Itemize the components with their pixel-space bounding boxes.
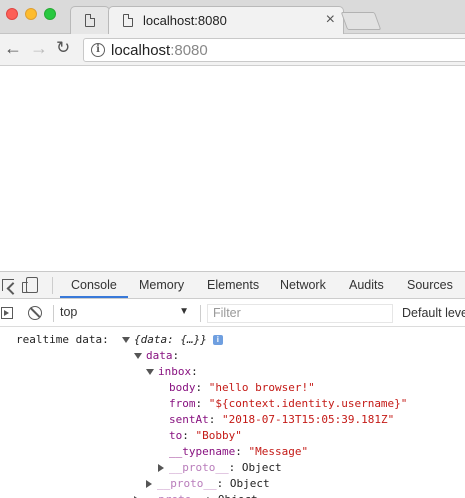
console-filter-bar: top ▼ Filter Default levels bbox=[0, 300, 465, 327]
field-value: "${context.identity.username}" bbox=[208, 397, 408, 410]
field-value: "hello browser!" bbox=[208, 381, 315, 394]
devtools-tab-bar: Console Memory Elements Network Audits S… bbox=[0, 272, 465, 299]
field-value: "2018-07-13T15:05:39.181Z" bbox=[222, 413, 395, 426]
tab-title: localhost:8080 bbox=[143, 13, 227, 28]
field-key: __typename bbox=[169, 445, 236, 458]
key-inbox: inbox bbox=[158, 365, 192, 378]
tab-close-icon[interactable]: × bbox=[326, 11, 335, 29]
context-value: top bbox=[60, 305, 78, 319]
clear-console-icon[interactable] bbox=[28, 306, 42, 320]
tab-sources[interactable]: Sources bbox=[407, 278, 453, 292]
back-arrow-icon[interactable]: ← bbox=[4, 38, 22, 59]
log-root-object[interactable]: {data: {…}} i bbox=[122, 332, 223, 348]
proto-key: __proto__ bbox=[169, 461, 229, 474]
console-output: realtime data: {data: {…}} i data: inbox:… bbox=[0, 328, 465, 498]
close-window-button[interactable] bbox=[6, 8, 18, 20]
tree-field-from: from: "${context.identity.username}" bbox=[169, 397, 408, 410]
tree-field-typename: __typename: "Message" bbox=[169, 445, 309, 458]
dropdown-arrow-icon: ▼ bbox=[179, 306, 189, 317]
tree-field-body: body: "hello browser!" bbox=[169, 381, 315, 394]
inspect-element-icon[interactable] bbox=[2, 279, 14, 291]
filter-input[interactable]: Filter bbox=[207, 304, 393, 323]
proto-value: Object bbox=[218, 493, 258, 498]
tree-field-sentat: sentAt: "2018-07-13T15:05:39.181Z" bbox=[169, 413, 395, 426]
proto-value: Object bbox=[229, 477, 270, 490]
expand-triangle-icon[interactable] bbox=[122, 337, 130, 343]
tab-memory[interactable]: Memory bbox=[139, 278, 184, 292]
document-icon bbox=[123, 14, 133, 27]
document-icon bbox=[85, 14, 95, 27]
log-label: realtime data: bbox=[16, 332, 109, 348]
proto-key: __proto__ bbox=[145, 493, 205, 498]
tab-console[interactable]: Console bbox=[71, 278, 117, 292]
browser-toolbar: ← → ↻ i localhost:8080 bbox=[0, 34, 465, 66]
collapsed-triangle-icon[interactable] bbox=[146, 480, 152, 488]
tab-elements[interactable]: Elements bbox=[207, 278, 259, 292]
url-text: localhost:8080 bbox=[111, 42, 208, 59]
tree-node-data[interactable]: data: bbox=[134, 348, 179, 364]
filter-divider bbox=[53, 305, 54, 322]
devtools-panel: Console Memory Elements Network Audits S… bbox=[0, 271, 465, 498]
filter-placeholder: Filter bbox=[213, 306, 241, 320]
tree-node-proto-data[interactable]: __proto__: Object bbox=[146, 476, 270, 492]
minimize-window-button[interactable] bbox=[25, 8, 37, 20]
root-preview: {data: {…}} bbox=[134, 333, 207, 346]
field-value: "Bobby" bbox=[195, 429, 242, 442]
proto-key: __proto__ bbox=[157, 477, 217, 490]
context-select[interactable]: top ▼ bbox=[60, 305, 195, 322]
tab-network[interactable]: Network bbox=[280, 278, 326, 292]
toolbar-divider bbox=[52, 277, 53, 294]
reload-icon[interactable]: ↻ bbox=[56, 38, 70, 58]
field-key: sentAt bbox=[169, 413, 209, 426]
page-viewport bbox=[0, 67, 465, 271]
field-key: body bbox=[169, 381, 196, 394]
site-info-icon[interactable]: i bbox=[91, 43, 105, 57]
active-tab-indicator bbox=[60, 296, 128, 298]
filter-divider bbox=[200, 305, 201, 322]
tab-audits[interactable]: Audits bbox=[349, 278, 384, 292]
tree-node-proto-inbox[interactable]: __proto__: Object bbox=[158, 460, 282, 476]
tree-node-inbox[interactable]: inbox: bbox=[146, 364, 198, 380]
field-value: "Message" bbox=[248, 445, 309, 458]
url-port: :8080 bbox=[170, 42, 208, 59]
show-sidebar-icon[interactable] bbox=[1, 307, 13, 319]
expand-triangle-icon[interactable] bbox=[134, 353, 142, 359]
field-key: to bbox=[169, 429, 183, 442]
forward-arrow-icon[interactable]: → bbox=[30, 38, 48, 59]
maximize-window-button[interactable] bbox=[44, 8, 56, 20]
tab-inactive[interactable] bbox=[70, 6, 110, 35]
tree-field-to: to: "Bobby" bbox=[169, 429, 242, 442]
collapsed-triangle-icon[interactable] bbox=[158, 464, 164, 472]
device-toolbar-icon[interactable] bbox=[22, 277, 38, 293]
log-label-text: realtime data: bbox=[16, 333, 109, 346]
info-badge-icon[interactable]: i bbox=[212, 335, 223, 345]
log-levels-select[interactable]: Default levels bbox=[402, 306, 465, 320]
key-data: data bbox=[146, 349, 173, 362]
tree-node-proto-root[interactable]: __proto__: Object bbox=[134, 492, 258, 498]
tab-active[interactable]: localhost:8080 × bbox=[108, 6, 344, 35]
expand-triangle-icon[interactable] bbox=[146, 369, 154, 375]
url-host: localhost bbox=[111, 42, 171, 59]
proto-value: Object bbox=[241, 461, 282, 474]
tab-strip: localhost:8080 × bbox=[0, 0, 465, 35]
new-tab-button[interactable] bbox=[340, 12, 382, 30]
field-key: from bbox=[169, 397, 196, 410]
address-bar[interactable]: i localhost:8080 bbox=[83, 38, 465, 62]
